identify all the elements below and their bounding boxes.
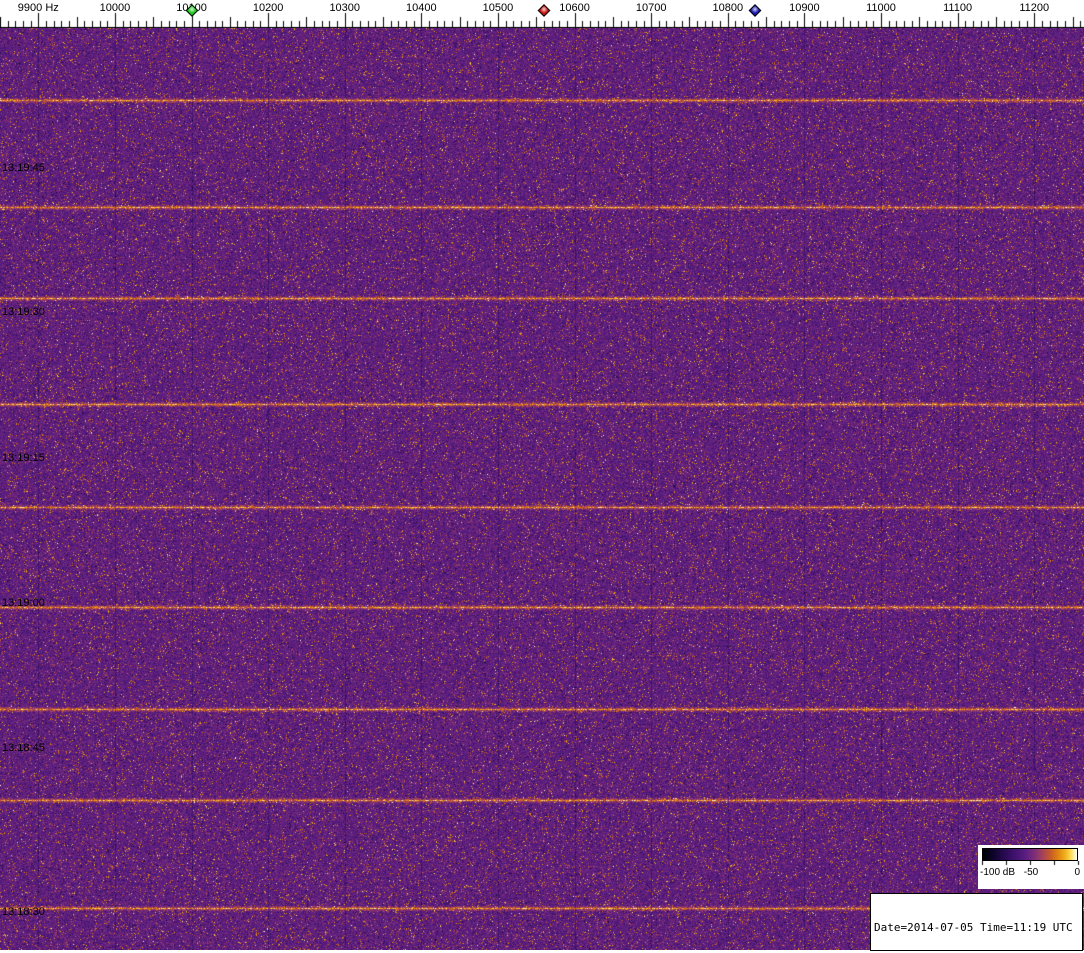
colorbar-label-max: 0 — [1074, 867, 1080, 878]
freq-label-11100: 11100 — [943, 2, 973, 14]
freq-label-10200: 10200 — [252, 2, 284, 14]
freq-label-11000: 11000 — [866, 2, 896, 14]
freq-label-10400: 10400 — [406, 2, 437, 14]
freq-label-10000: 10000 — [99, 2, 131, 14]
freq-label-10700: 10700 — [635, 2, 667, 14]
info-box: Date=2014-07-05 Time=11:19 UTC Freq=143 … — [870, 893, 1083, 951]
colorbar-gradient — [982, 848, 1078, 861]
freq-label-10600: 10600 — [559, 2, 590, 14]
info-date-line: Date=2014-07-05 Time=11:19 UTC — [874, 921, 1073, 934]
spectrogram-screen: 9900 Hz100001010010200103001040010500106… — [0, 0, 1084, 953]
freq-label-10800: 10800 — [712, 2, 744, 14]
colorbar: -100 dB -50 0 — [978, 845, 1084, 889]
frequency-ruler: 9900 Hz100001010010200103001040010500106… — [0, 0, 1084, 28]
freq-label-10900: 10900 — [789, 2, 820, 14]
freq-label-11200: 11200 — [1019, 2, 1050, 14]
colorbar-label-min: -100 dB — [980, 867, 1016, 878]
freq-label-10500: 10500 — [482, 2, 514, 14]
freq-label-9900: 9900 Hz — [17, 2, 59, 14]
waterfall-spectrogram[interactable] — [0, 28, 1084, 950]
colorbar-label-mid: -50 — [1023, 867, 1039, 878]
freq-label-10300: 10300 — [329, 2, 361, 14]
